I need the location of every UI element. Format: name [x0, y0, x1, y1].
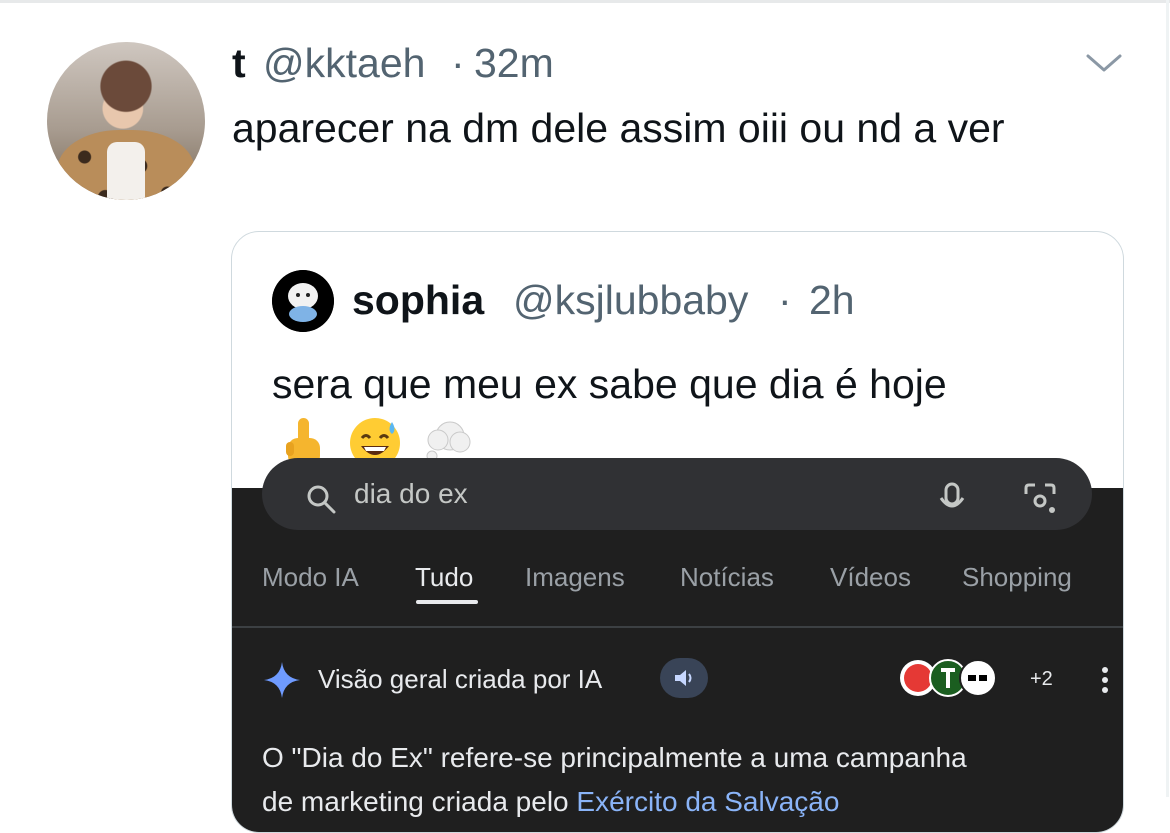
- search-icon: [307, 485, 336, 514]
- quoted-author-handle[interactable]: @ksjlubbaby: [513, 277, 748, 324]
- avatar-shirt: [107, 142, 145, 200]
- tweet-time[interactable]: 32m: [474, 40, 554, 87]
- source-favicons[interactable]: [900, 658, 1030, 698]
- active-tab-indicator: [416, 600, 478, 604]
- quoted-tweet-card[interactable]: sophia @ksjlubbaby · 2h sera que meu ex …: [231, 231, 1124, 833]
- answer-link[interactable]: Exército da Salvação: [576, 786, 839, 817]
- answer-line-1: O "Dia do Ex" refere-se principalmente a…: [262, 742, 967, 773]
- quoted-author-name[interactable]: sophia: [352, 277, 484, 324]
- quoted-tweet-time[interactable]: 2h: [809, 277, 855, 324]
- chevron-down-icon[interactable]: [1084, 48, 1124, 78]
- tweet-text: aparecer na dm dele assim oiii ou nd a v…: [232, 105, 1005, 151]
- answer-line-2-prefix: de marketing criada pelo: [262, 786, 577, 817]
- tabs-divider: [232, 626, 1123, 628]
- author-name[interactable]: t: [232, 40, 246, 87]
- quoted-meta-separator: ·: [778, 277, 792, 323]
- ai-overview-header: Visão geral criada por IA +2: [262, 658, 1108, 700]
- speaker-icon: [675, 670, 692, 686]
- ai-overview-text: O "Dia do Ex" refere-se principalmente a…: [262, 736, 1102, 824]
- quoted-tweet-text: sera que meu ex sabe que dia é hoje: [272, 361, 947, 407]
- tab-videos[interactable]: Vídeos: [830, 562, 911, 593]
- lens-icon: [1024, 483, 1056, 513]
- tab-shopping[interactable]: Shopping: [962, 562, 1072, 593]
- embedded-search-screenshot[interactable]: dia do ex Modo IA Tudo Imagens Notícias …: [232, 458, 1123, 832]
- meta-separator: ·: [451, 40, 465, 86]
- sparkle-icon: [264, 662, 300, 698]
- ai-overview-label: Visão geral criada por IA: [318, 664, 603, 694]
- tab-imagens[interactable]: Imagens: [525, 562, 625, 593]
- answer-line-2: de marketing criada pelo Exército da Sal…: [262, 780, 1102, 824]
- more-options-icon[interactable]: [1100, 660, 1110, 700]
- more-sources-count: +2: [1030, 668, 1053, 690]
- right-divider: [1166, 0, 1169, 797]
- tab-modo-ia[interactable]: Modo IA: [262, 562, 359, 593]
- listen-button[interactable]: [660, 658, 708, 698]
- microphone-icon: [939, 482, 965, 508]
- quoted-author-avatar[interactable]: [272, 270, 334, 332]
- tab-tudo[interactable]: Tudo: [415, 562, 473, 593]
- tab-noticias[interactable]: Notícias: [680, 562, 774, 593]
- author-handle[interactable]: @kktaeh: [263, 40, 425, 87]
- author-avatar[interactable]: [47, 42, 205, 200]
- search-query: dia do ex: [354, 478, 468, 509]
- top-divider: [0, 0, 1170, 3]
